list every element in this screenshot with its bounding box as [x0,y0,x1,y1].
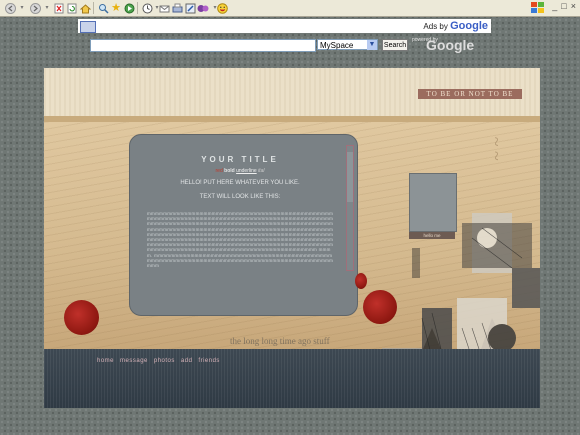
nav-link-home[interactable]: home [96,358,115,364]
red-seal-decoration [64,300,99,335]
content-panel[interactable]: YOUR TITLE red bold underline ital HELLO… [129,134,358,316]
google-logo: Google [450,20,488,32]
search-scope-select[interactable]: MySpace ▼ [317,39,378,50]
forward-dropdown-icon[interactable]: ▾ [41,2,53,14]
forward-icon[interactable] [29,2,41,14]
window-controls: _ □ × [536,1,576,15]
search-scope-value: MySpace [320,41,354,50]
panel-body-text: mmmmmmmmmmmmmmmmmmmmmmmmmmmmmmmmmmmmmmmm… [147,211,334,269]
background-script: ~ ~ [486,136,507,161]
style-bold: bold [224,168,235,174]
stop-icon[interactable] [53,2,65,14]
search-button[interactable]: Search [382,39,408,51]
tagline-banner: TO BE OR NOT TO BE [418,89,522,99]
ads-banner[interactable]: Ads by Google [78,19,491,33]
profile-layout: TO BE OR NOT TO BE ~ ~ YOUR TITLE red bo… [44,68,540,408]
smiley-icon[interactable] [216,2,228,14]
google-logo: Google [426,37,475,53]
favorites-icon[interactable]: ★ [110,2,122,14]
maximize-button[interactable]: □ [561,1,566,15]
close-button[interactable]: × [571,1,576,15]
nav-link-photos[interactable]: photos [153,358,176,364]
messenger-icon[interactable] [197,2,209,14]
footer-caption: the long long time ago stuff [230,336,330,346]
browser-toolbar: ▾ ▾ ★ ▾ ▾ _ □ × [0,0,580,17]
nav-link-message[interactable]: message [119,358,149,364]
panel-scrollbar[interactable] [346,145,354,271]
print-icon[interactable] [171,2,183,14]
edit-icon[interactable] [184,2,196,14]
media-icon[interactable] [123,2,135,14]
ad-image-icon[interactable] [80,21,96,33]
style-red: red [215,168,223,174]
panel-text-line: TEXT WILL LOOK LIKE THIS: [199,194,281,200]
search-input[interactable] [90,39,316,52]
search-icon[interactable] [97,2,109,14]
panel-title: YOUR TITLE [201,155,279,164]
mail-icon[interactable] [158,2,170,14]
home-icon[interactable] [79,2,91,14]
ads-by-label: Ads by [423,22,448,31]
profile-nav: home message photos add friends [96,358,221,364]
toolbar-separator [93,2,94,14]
style-underline: underline [236,168,257,174]
refresh-icon[interactable] [66,2,78,14]
powered-by-google: powered by Google [412,37,482,55]
toolbar-separator [137,2,138,14]
minimize-button[interactable]: _ [552,1,557,15]
chevron-down-icon[interactable]: ▼ [367,40,377,50]
back-icon[interactable] [4,2,16,14]
panel-text-line: HELLO! PUT HERE WHATEVER YOU LIKE. [180,180,300,186]
scrollbar-thumb[interactable] [347,152,353,202]
back-dropdown-icon[interactable]: ▾ [16,2,28,14]
nav-link-friends[interactable]: friends [197,358,221,364]
style-italic: ital [258,168,265,174]
text-styles-sample: red bold underline ital [130,168,350,174]
ads-by-google[interactable]: Ads by Google [423,20,488,32]
nav-link-add[interactable]: add [180,358,194,364]
